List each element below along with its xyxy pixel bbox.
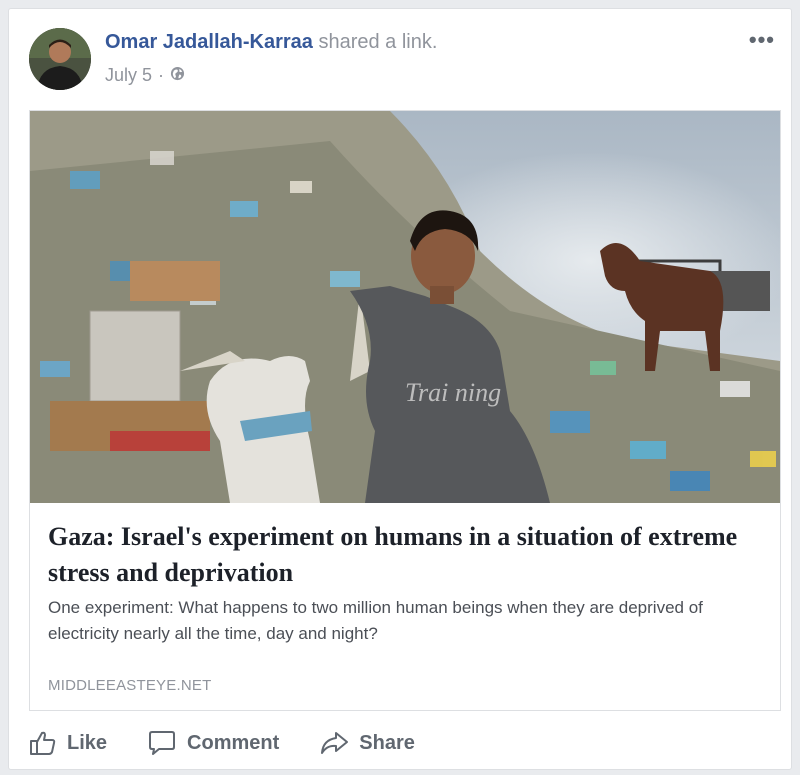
share-arrow-icon bbox=[319, 729, 349, 757]
author-name[interactable]: Omar Jadallah-Karraa bbox=[105, 31, 313, 53]
link-domain: MIDDLEEASTEYE.NET bbox=[48, 677, 212, 694]
share-label: Share bbox=[359, 731, 415, 754]
globe-icon[interactable] bbox=[170, 65, 185, 86]
link-image[interactable]: Trai ning bbox=[30, 111, 780, 503]
link-description: One experiment: What happens to two mill… bbox=[48, 598, 703, 643]
post-header: Omar Jadallah-Karraa shared a link. bbox=[105, 31, 437, 54]
post-card: Omar Jadallah-Karraa shared a link. July… bbox=[8, 8, 792, 770]
post-actions: Like Comment Share bbox=[29, 723, 455, 763]
more-options-button[interactable]: ••• bbox=[749, 27, 775, 53]
comment-button[interactable]: Comment bbox=[147, 729, 279, 757]
comment-label: Comment bbox=[187, 731, 280, 754]
like-button[interactable]: Like bbox=[29, 729, 107, 757]
post-meta: July 5 · bbox=[105, 65, 185, 86]
link-text: Gaza: Israel's experiment on humans in a… bbox=[48, 519, 768, 647]
post-date[interactable]: July 5 bbox=[105, 65, 152, 86]
avatar[interactable] bbox=[29, 28, 91, 90]
like-label: Like bbox=[67, 731, 108, 754]
meta-separator: · bbox=[158, 65, 165, 85]
thumbs-up-icon bbox=[29, 729, 57, 757]
link-preview[interactable]: Trai ning Gaza: Israel's experiment on h… bbox=[29, 110, 781, 711]
link-headline[interactable]: Gaza: Israel's experiment on humans in a… bbox=[48, 519, 768, 591]
shared-text: shared a bbox=[318, 31, 397, 53]
shared-link[interactable]: link. bbox=[402, 31, 438, 53]
share-button[interactable]: Share bbox=[319, 729, 415, 757]
speech-bubble-icon bbox=[147, 729, 177, 757]
svg-text:Trai ning: Trai ning bbox=[405, 378, 501, 407]
